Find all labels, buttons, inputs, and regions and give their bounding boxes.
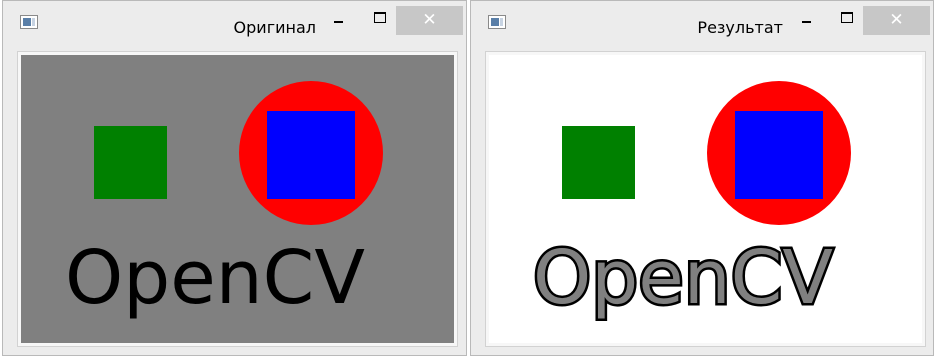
opencv-text: OpenCV (533, 235, 833, 321)
blue-square (735, 111, 823, 199)
original-image: OpenCV (21, 55, 454, 343)
app-window-icon[interactable] (20, 15, 38, 29)
blue-square (267, 111, 355, 199)
minimize-button[interactable] (795, 9, 821, 31)
close-button[interactable]: ✕ (863, 6, 930, 35)
result-image: OpenCV (489, 55, 922, 343)
maximize-button[interactable] (834, 9, 860, 31)
window-title: Результат (697, 18, 783, 37)
green-square (94, 126, 167, 199)
minimize-button[interactable] (327, 9, 353, 31)
close-button[interactable]: ✕ (396, 6, 463, 35)
maximize-button[interactable] (367, 9, 393, 31)
original-window: Оригинал ✕ OpenCV (2, 0, 467, 356)
window-title: Оригинал (233, 18, 316, 37)
green-square (562, 126, 635, 199)
image-display: OpenCV (17, 51, 458, 347)
opencv-text: OpenCV (65, 235, 365, 321)
title-bar[interactable]: Оригинал ✕ (3, 1, 466, 45)
app-window-icon[interactable] (488, 15, 506, 29)
result-window: Результат ✕ OpenCV (470, 0, 934, 356)
title-bar[interactable]: Результат ✕ (471, 1, 933, 45)
image-display: OpenCV (485, 51, 926, 347)
